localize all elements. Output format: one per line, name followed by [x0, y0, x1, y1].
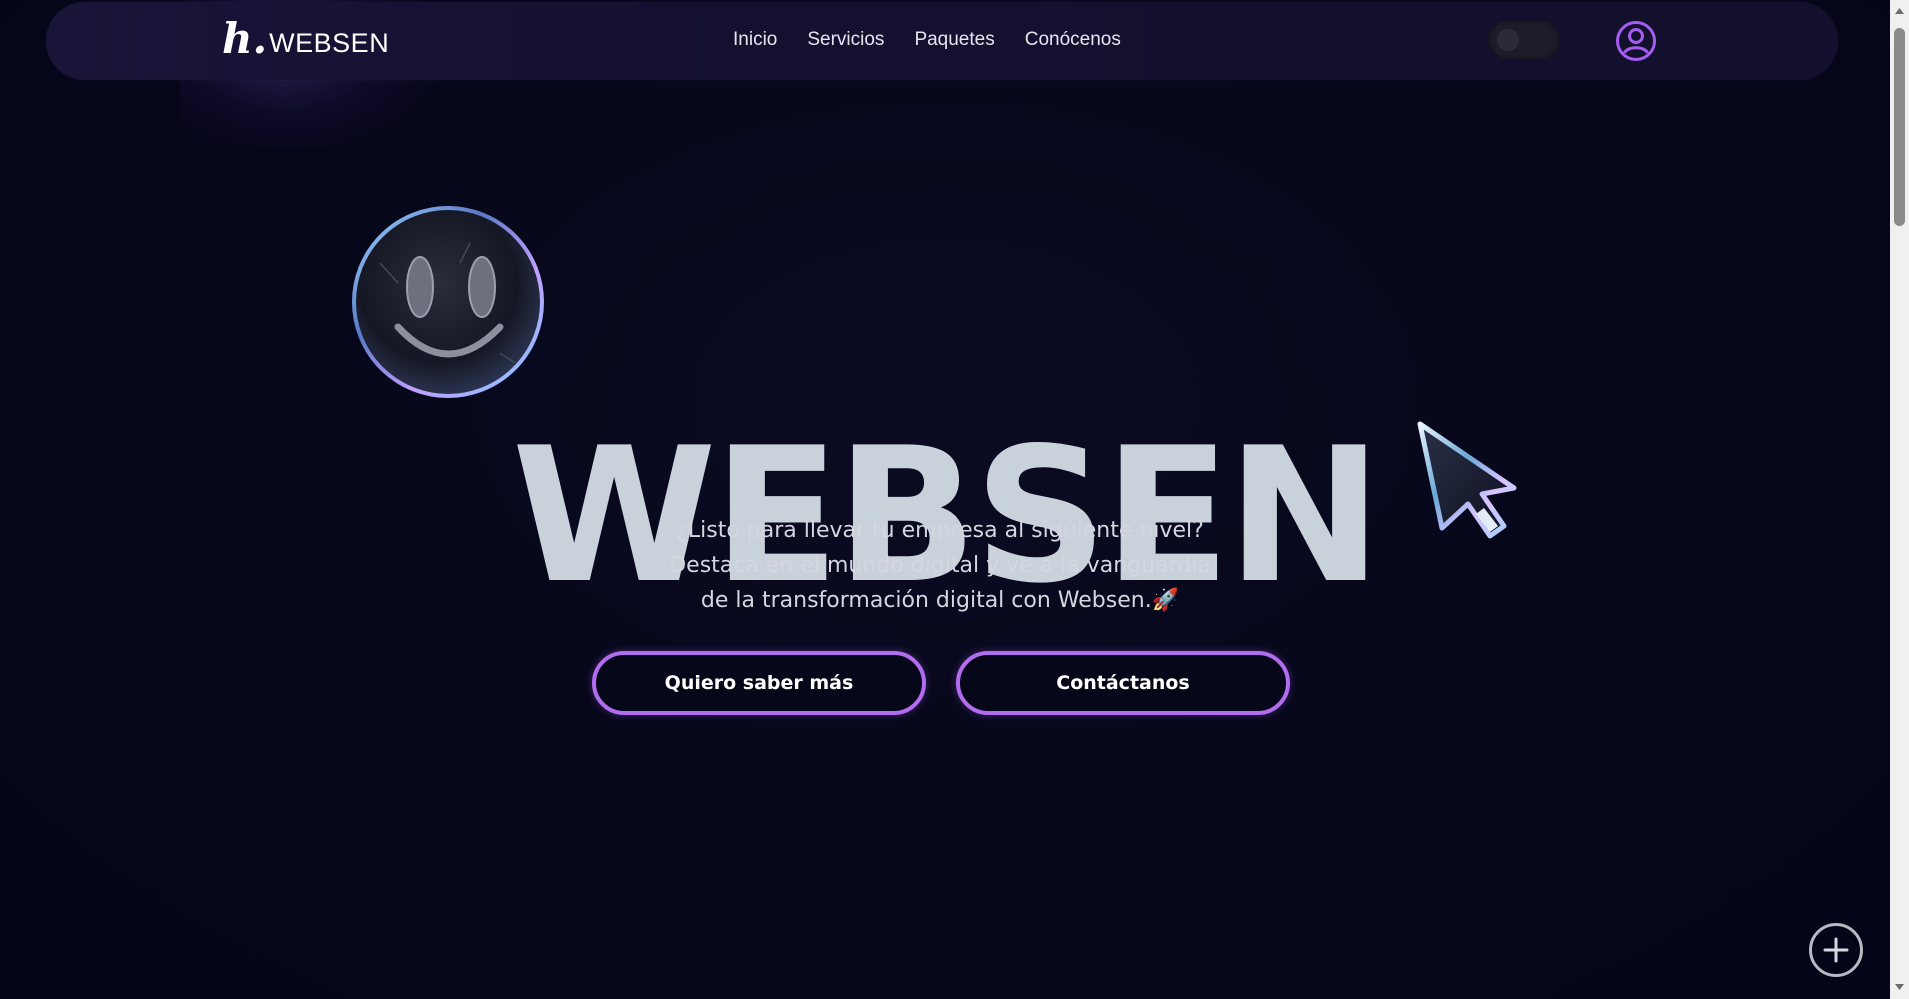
page: h. WEBSEN Inicio Servicios Paquetes Conó…	[0, 0, 1890, 999]
scroll-up-arrow-icon[interactable]	[1894, 6, 1905, 16]
nav-links: Inicio Servicios Paquetes Conócenos	[733, 29, 1121, 51]
plus-icon	[1823, 937, 1849, 963]
fab-add-button[interactable]	[1809, 923, 1863, 977]
nav-link-paquetes[interactable]: Paquetes	[914, 29, 994, 51]
tagline-line-3: de la transformación digital con Websen.…	[700, 588, 1180, 613]
nav-link-servicios[interactable]: Servicios	[807, 29, 884, 51]
moon-icon	[1497, 29, 1519, 51]
brand-logo[interactable]: h. WEBSEN	[222, 18, 389, 60]
scroll-down-arrow-icon[interactable]	[1894, 982, 1905, 992]
user-circle-icon[interactable]	[1615, 20, 1657, 62]
logo-text: WEBSEN	[269, 27, 390, 58]
hero-tagline: ¿Listo para llevar tu empresa al siguien…	[580, 513, 1300, 618]
page-scrollbar[interactable]	[1890, 0, 1909, 999]
learn-more-button[interactable]: Quiero saber más	[592, 651, 926, 715]
smiley-bubble-decoration	[352, 206, 544, 398]
contact-button[interactable]: Contáctanos	[956, 651, 1290, 715]
nav-link-conocenos[interactable]: Conócenos	[1025, 29, 1121, 51]
nav-link-inicio[interactable]: Inicio	[733, 29, 777, 51]
cursor-arrow-decoration	[1417, 421, 1517, 539]
tagline-line-1: ¿Listo para llevar tu empresa al siguien…	[676, 518, 1204, 543]
tagline-line-2: Destaca en el mundo digital y ve a la va…	[669, 553, 1211, 578]
scrollbar-thumb[interactable]	[1894, 28, 1905, 226]
logo-mark: h.	[222, 14, 268, 63]
theme-toggle[interactable]	[1488, 20, 1560, 60]
